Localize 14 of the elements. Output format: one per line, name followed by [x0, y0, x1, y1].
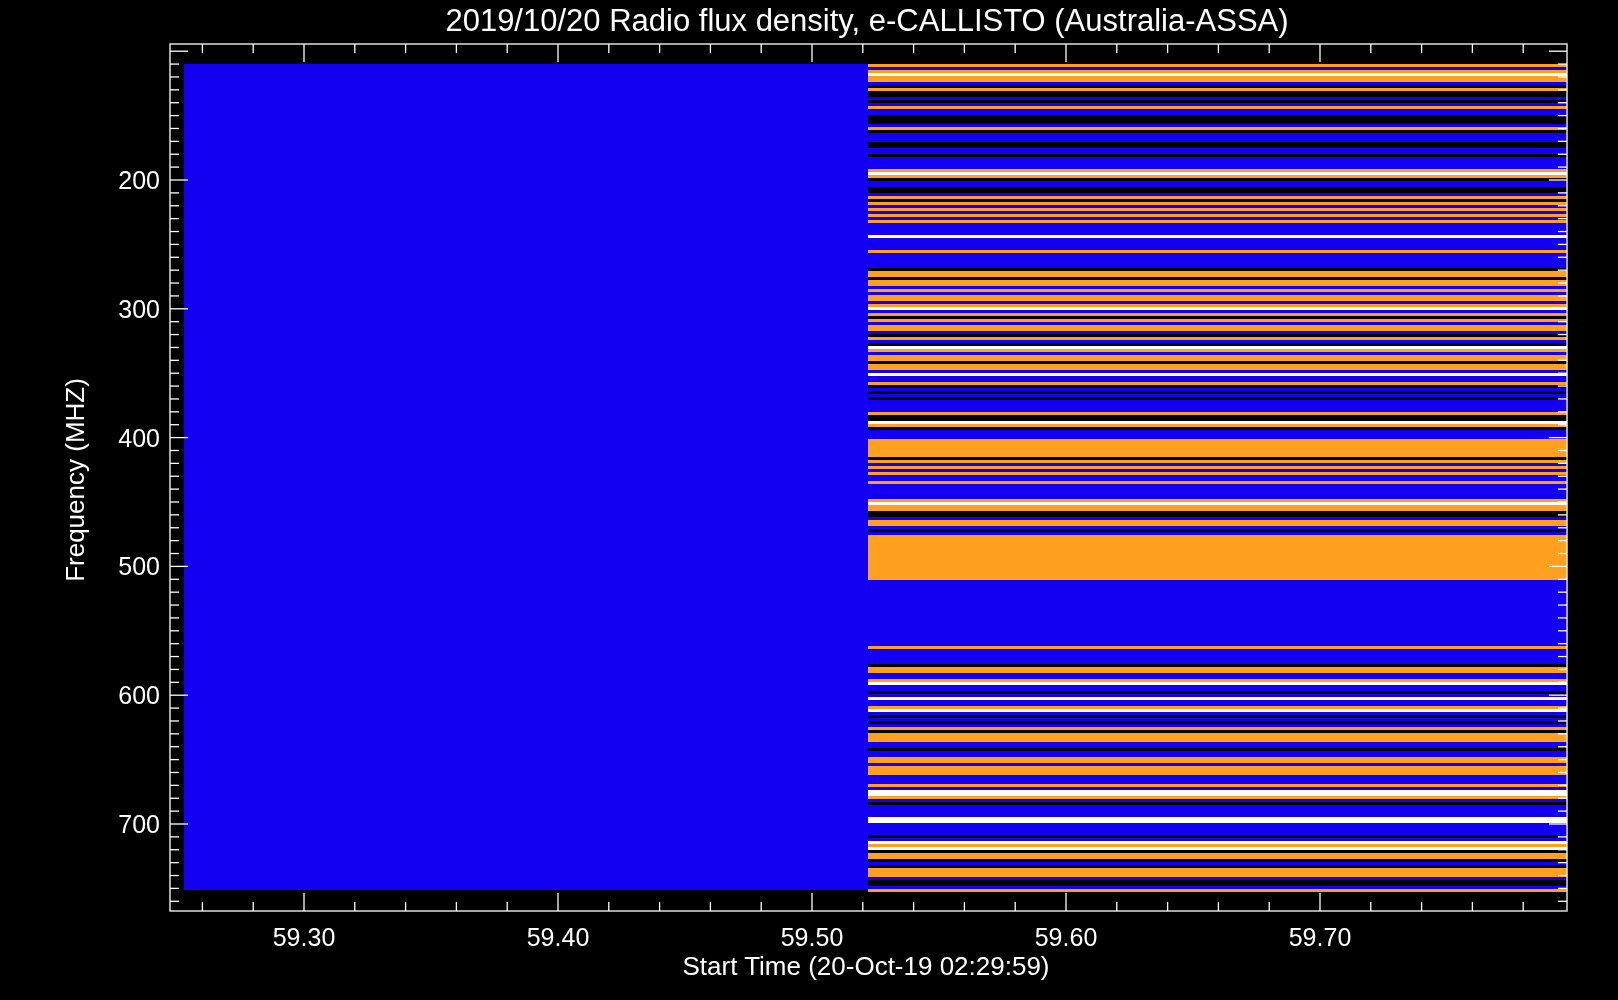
tick-label: 200	[118, 166, 160, 194]
tick-label: 59.60	[1034, 923, 1098, 951]
tick-label: 59.50	[780, 923, 844, 951]
tick-label: 500	[118, 552, 160, 581]
tick-label: 700	[118, 810, 160, 838]
tick-label: 59.30	[272, 923, 336, 951]
axis-title: Frequency (MHZ)	[60, 378, 90, 582]
tick-label: 300	[118, 294, 160, 323]
tick-label: 600	[118, 681, 160, 710]
axis-title: Start Time (20-Oct-19 02:29:59)	[682, 951, 1050, 981]
tick-label: 59.70	[1288, 923, 1352, 951]
tick-label: 59.40	[526, 923, 590, 951]
tick-label: 400	[118, 423, 160, 452]
chart-title: 2019/10/20 Radio flux density, e-CALLISTO (Australia-ASSA)	[445, 3, 1289, 38]
